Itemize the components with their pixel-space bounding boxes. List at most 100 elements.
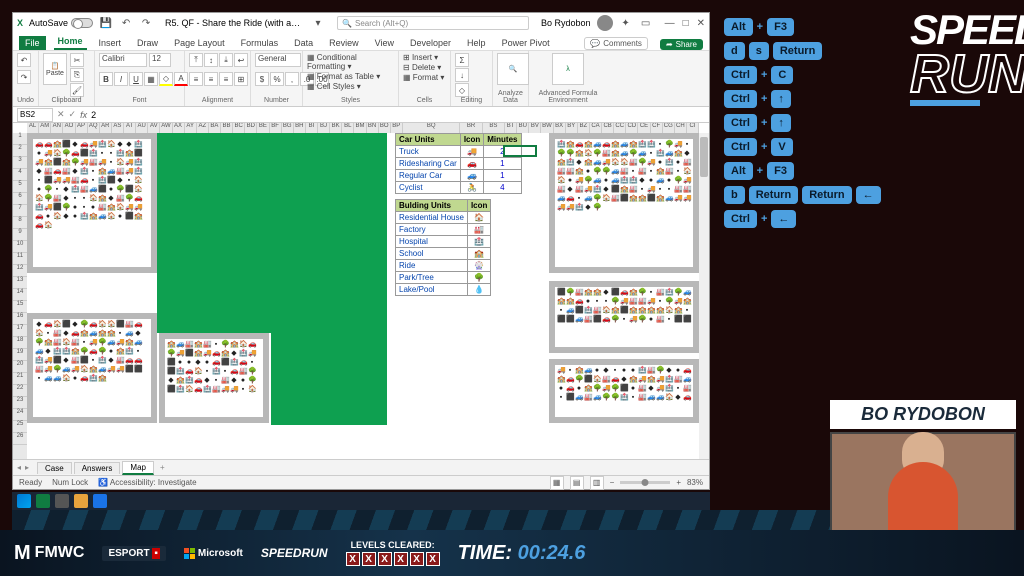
map-cell-icon[interactable]: 🏥	[71, 186, 79, 194]
green-zone-2[interactable]	[271, 333, 387, 425]
map-cell-icon[interactable]: 🚙	[176, 341, 184, 349]
map-cell-icon[interactable]: ⬛	[53, 204, 61, 212]
map-cell-icon[interactable]: 🏠	[53, 150, 61, 158]
map-cell-icon[interactable]: 🚚	[647, 159, 655, 167]
map-cell-icon[interactable]: 🏥	[557, 141, 565, 149]
map-cell-icon[interactable]: 🚚	[89, 339, 97, 347]
green-zone[interactable]	[157, 133, 387, 333]
col-header[interactable]: BC	[233, 123, 245, 133]
map-cell-icon[interactable]: ◆	[116, 141, 124, 149]
map-cell-icon[interactable]: ●	[35, 150, 43, 158]
row-header[interactable]: 23	[13, 397, 27, 409]
map-cell-icon[interactable]: 🚙	[593, 394, 601, 402]
map-cell-icon[interactable]: ◆	[71, 168, 79, 176]
map-cell-icon[interactable]: ⬛	[620, 195, 628, 203]
map-cell-icon[interactable]: 🏥	[620, 394, 628, 402]
map-cell-icon[interactable]: ⬛	[134, 150, 142, 158]
cell-styles-button[interactable]: ▦ Cell Styles ▾	[307, 82, 361, 91]
map-cell-icon[interactable]: 🌳	[71, 159, 79, 167]
row-header[interactable]: 2	[13, 145, 27, 157]
map-cell-icon[interactable]: 🏫	[176, 377, 184, 385]
col-header[interactable]: BP	[391, 123, 403, 133]
map-cell-icon[interactable]: 🏥	[125, 348, 133, 356]
table-row[interactable]: Regular Car🚙1	[396, 170, 522, 182]
map-cell-icon[interactable]: 🏭	[683, 159, 691, 167]
row-header[interactable]: 25	[13, 421, 27, 433]
percent-icon[interactable]: %	[270, 72, 284, 86]
map-cell-icon[interactable]: ▪	[656, 186, 664, 194]
col-header[interactable]: CC	[614, 123, 626, 133]
map-cell-icon[interactable]: ●	[107, 186, 115, 194]
map-cell-icon[interactable]: ▪	[212, 341, 220, 349]
map-cell-icon[interactable]: 🏫	[584, 385, 592, 393]
map-cell-icon[interactable]: ▪	[107, 159, 115, 167]
table-row[interactable]: Cyclist🚴4	[396, 182, 522, 194]
map-cell-icon[interactable]: 🏥	[134, 141, 142, 149]
map-cell-icon[interactable]: ⬛	[593, 316, 601, 324]
map-cell-icon[interactable]: 🚙	[620, 150, 628, 158]
map-cell-icon[interactable]: 🏥	[230, 359, 238, 367]
map-cell-icon[interactable]: ▪	[125, 177, 133, 185]
map-cell-icon[interactable]: 🚗	[575, 298, 583, 306]
map-cell-icon[interactable]: ▪	[557, 307, 565, 315]
map-cell-icon[interactable]: ⬛	[62, 141, 70, 149]
map-cell-icon[interactable]: ◆	[62, 357, 70, 365]
map-cell-icon[interactable]: 🚚	[116, 366, 124, 374]
map-cell-icon[interactable]: ⬛	[566, 316, 574, 324]
map-cell-icon[interactable]: 🚚	[80, 159, 88, 167]
map-cell-icon[interactable]: 🏠	[53, 321, 61, 329]
map-cell-icon[interactable]: 🚗	[566, 376, 574, 384]
col-header[interactable]: BW	[541, 123, 553, 133]
map-cell-icon[interactable]: 🌳	[593, 168, 601, 176]
map-cell-icon[interactable]: 🚗	[185, 368, 193, 376]
map-cell-icon[interactable]: 🏠	[107, 213, 115, 221]
map-cell-icon[interactable]: 🏥	[656, 150, 664, 158]
map-cell-icon[interactable]: 🚙	[593, 177, 601, 185]
map-cell-icon[interactable]: ◆	[116, 177, 124, 185]
map-cell-icon[interactable]: ⬛	[185, 350, 193, 358]
edge-icon[interactable]	[93, 494, 107, 508]
sheet-nav-next[interactable]: ▸	[25, 463, 29, 472]
map-cell-icon[interactable]: 🏥	[566, 159, 574, 167]
map-cell-icon[interactable]: 🏭	[638, 394, 646, 402]
map-cell-icon[interactable]: ◆	[575, 159, 583, 167]
map-cell-icon[interactable]: 🚙	[107, 168, 115, 176]
map-cell-icon[interactable]: 🚗	[35, 222, 43, 230]
map-cell-icon[interactable]: ▪	[557, 394, 565, 402]
map-cell-icon[interactable]: 🚙	[89, 186, 97, 194]
map-cell-icon[interactable]: 🏭	[557, 186, 565, 194]
map-cell-icon[interactable]: 🏠	[683, 168, 691, 176]
col-header[interactable]: BI	[306, 123, 318, 133]
map-cell-icon[interactable]: 🏭	[602, 150, 610, 158]
map-cell-icon[interactable]: ▪	[593, 298, 601, 306]
file-tab[interactable]: File	[19, 36, 46, 50]
map-cell-icon[interactable]: 🌳	[566, 150, 574, 158]
map-cell-icon[interactable]: 🚚	[566, 204, 574, 212]
map-cell-icon[interactable]: 🌳	[116, 186, 124, 194]
delete-cells-button[interactable]: ⊟ Delete ▾	[403, 63, 441, 72]
map-cell-icon[interactable]: 🏭	[575, 289, 583, 297]
excel-taskbar-icon[interactable]	[36, 494, 50, 508]
row-header[interactable]: 18	[13, 337, 27, 349]
map-cell-icon[interactable]: 🚚	[107, 366, 115, 374]
paste-button[interactable]: 📋Paste	[43, 53, 67, 85]
map-cell-icon[interactable]: ●	[89, 204, 97, 212]
map-cell-icon[interactable]: ▪	[674, 168, 682, 176]
map-cell-icon[interactable]: ◆	[62, 330, 70, 338]
map-cell-icon[interactable]: 🏫	[80, 330, 88, 338]
align-bottom-icon[interactable]: ⤓	[219, 53, 233, 67]
map-cell-icon[interactable]: 🚙	[638, 150, 646, 158]
map-cell-icon[interactable]: 🌳	[575, 376, 583, 384]
col-header[interactable]: BE	[257, 123, 269, 133]
col-header[interactable]: AQ	[88, 123, 100, 133]
tab-power-pivot[interactable]: Power Pivot	[498, 36, 554, 50]
map-cell-icon[interactable]: ◆	[584, 204, 592, 212]
map-cell-icon[interactable]: 🏭	[593, 307, 601, 315]
map-cell-icon[interactable]: 🏫	[575, 367, 583, 375]
map-cell-icon[interactable]: 🚗	[35, 213, 43, 221]
map-cell-icon[interactable]: 🚗	[134, 321, 142, 329]
map-cell-icon[interactable]: ▪	[80, 339, 88, 347]
map-cell-icon[interactable]: ⬛	[134, 366, 142, 374]
windows-taskbar[interactable]	[12, 492, 710, 510]
map-cell-icon[interactable]: 🏥	[212, 368, 220, 376]
